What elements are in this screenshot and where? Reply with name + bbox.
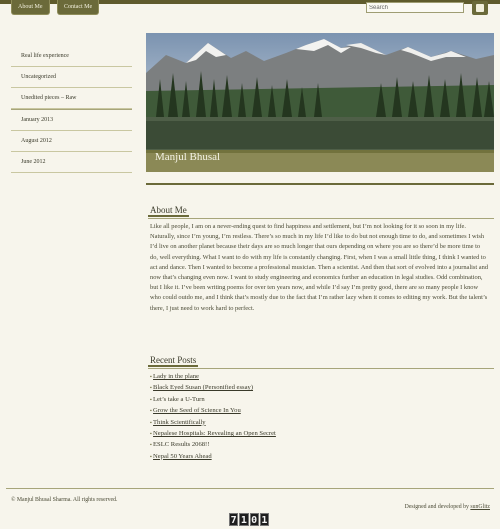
about-heading: About Me	[148, 205, 494, 219]
post-link[interactable]: Let’s take a U-Turn	[150, 394, 276, 405]
post-link[interactable]: Lady in the plane	[150, 371, 276, 382]
tab-about-me[interactable]: About Me	[11, 0, 50, 15]
sidebar-item-january-2013[interactable]: January 2013	[11, 109, 132, 131]
credit-prefix: Designed and developed by	[404, 504, 469, 510]
counter-digit: 1	[239, 513, 249, 526]
recent-posts-list: Lady in the plane Black Eyed Susan (Pers…	[150, 371, 276, 462]
site-title[interactable]: Manjul Bhusal	[155, 151, 220, 163]
designer-credit: Designed and developed by sunGlitz	[405, 504, 490, 510]
sidebar-item-unedited-pieces[interactable]: Unedited pieces – Raw	[11, 88, 132, 109]
sidebar-item-uncategorized[interactable]: Uncategorized	[11, 67, 132, 88]
post-link[interactable]: ESLC Results 2068!!	[150, 439, 276, 450]
header-banner: Manjul Bhusal	[146, 33, 494, 185]
post-link[interactable]: Grow the Seed of Science In You	[150, 405, 276, 416]
rss-feed-icon[interactable]	[472, 1, 488, 15]
sidebar-item-august-2012[interactable]: August 2012	[11, 131, 132, 152]
counter-digit: 1	[259, 513, 269, 526]
designer-link[interactable]: sunGlitz	[470, 504, 490, 510]
post-link[interactable]: Think Scientifically	[150, 417, 276, 428]
footer-divider	[6, 488, 494, 489]
sidebar: Real life experience Uncategorized Unedi…	[11, 46, 132, 173]
sidebar-item-june-2012[interactable]: June 2012	[11, 152, 132, 173]
about-heading-text: About Me	[148, 205, 189, 217]
sidebar-item-real-life-experience[interactable]: Real life experience	[11, 46, 132, 67]
post-link[interactable]: Black Eyed Susan (Personified essay)	[150, 382, 276, 393]
post-link[interactable]: Nepalese Hospitals: Revealing an Open Se…	[150, 428, 276, 439]
post-link[interactable]: Nepal 50 Years Ahead	[150, 451, 276, 462]
recent-posts-heading-text: Recent Posts	[148, 355, 199, 367]
tab-contact-me[interactable]: Contact Me	[57, 0, 100, 15]
about-body: Like all people, I am on a never-ending …	[150, 223, 489, 312]
counter-digit: 7	[229, 513, 239, 526]
counter-digit: 0	[249, 513, 259, 526]
recent-posts-heading: Recent Posts	[148, 355, 494, 369]
search-input[interactable]	[366, 2, 464, 13]
visitor-counter: 7 1 0 1	[229, 513, 269, 526]
copyright-text: © Manjul Bhusal Sharma. All rights reser…	[11, 497, 118, 503]
